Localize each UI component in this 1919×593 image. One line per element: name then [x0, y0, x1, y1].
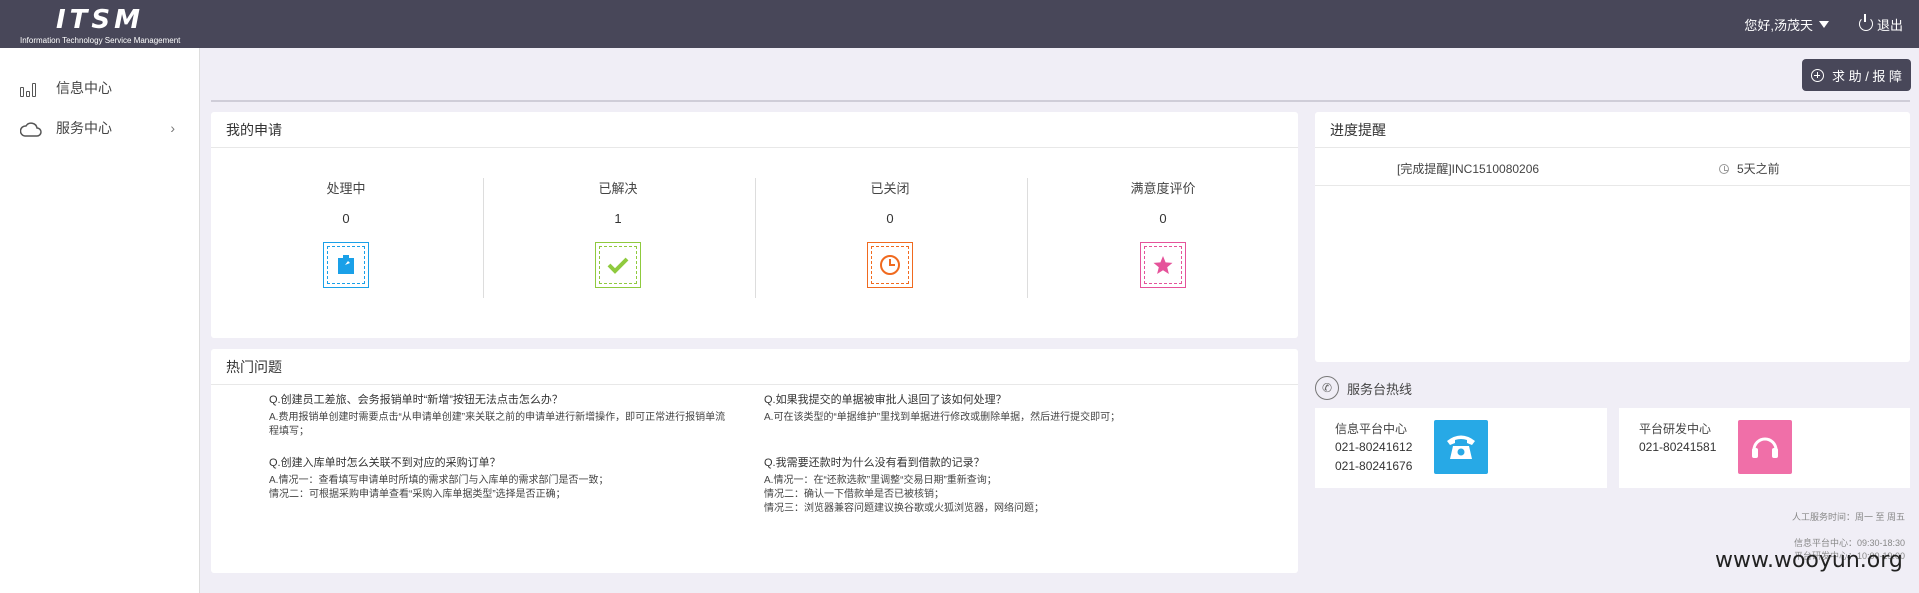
closed-clock-icon — [867, 242, 913, 288]
time-label: 5天之前 — [1737, 162, 1780, 176]
stat-count: 0 — [886, 211, 894, 226]
faq-answer: A.情况一：查看填写申请单时所填的需求部门与入库单的需求部门是否一致； — [269, 475, 609, 486]
stat-processing[interactable]: 处理中 0 — [246, 178, 446, 288]
power-icon — [1858, 14, 1873, 31]
logout-button[interactable]: 退出 — [1858, 0, 1903, 48]
hotline-header: ✆ 服务台热线 — [1315, 374, 1412, 402]
faq-question: Q.我需要还款时为什么没有看到借款的记录？ — [764, 457, 985, 469]
sidebar-item-info-center[interactable]: 信息中心 — [0, 68, 199, 108]
faq-answer: 情况二：可根据采购申请单查看“采购入库单据类型”选择是否正确； — [269, 489, 566, 500]
hotline-card-info: 信息平台中心 021-80241612 021-80241676 — [1315, 408, 1607, 488]
divider — [483, 178, 484, 298]
check-icon — [595, 242, 641, 288]
faq-answer: 情况二：确认一下借款单是否已被核销； — [764, 489, 944, 500]
divider — [1027, 178, 1028, 298]
faq-answer: A.情况一：在“还款选款”里调整“交易日期”重新查询； — [764, 475, 997, 486]
logo-tagline: Information Technology Service Managemen… — [20, 36, 181, 45]
list-item[interactable]: [完成提醒]INC1510080206 5天之前 — [1315, 148, 1910, 186]
help-button-label: 求 助 / 报 障 — [1831, 68, 1903, 84]
stat-resolved[interactable]: 已解决 1 — [518, 178, 718, 288]
user-greeting: 您好,汤茂天 — [1744, 17, 1813, 33]
phone-icon: ✆ — [1315, 376, 1339, 400]
stat-label: 已解决 — [598, 181, 638, 196]
bar-chart-icon — [20, 79, 42, 97]
faq-item[interactable]: Q.创建员工差旅、会务报销单时“新增”按钮无法点击怎么办？ A.费用报销单创建时… — [269, 393, 749, 439]
logout-label: 退出 — [1876, 17, 1903, 33]
my-requests-panel: 我的申请 处理中 0 已解决 1 已关闭 0 满意度评价 0 — [211, 112, 1298, 338]
sidebar-item-service-center[interactable]: 服务中心 › — [0, 108, 199, 148]
stat-label: 处理中 — [326, 181, 366, 196]
hotline-card-dev: 平台研发中心 021-80241581 — [1619, 408, 1910, 488]
stat-count: 1 — [614, 211, 622, 226]
star-icon — [1140, 242, 1186, 288]
faq-question: Q.如果我提交的单据被审批人退回了该如何处理？ — [764, 394, 1007, 406]
faq-item[interactable]: Q.创建入库单时怎么关联不到对应的采购订单？ A.情况一：查看填写申请单时所填的… — [269, 456, 749, 502]
plus-circle-icon — [1810, 68, 1824, 82]
cloud-icon — [20, 119, 42, 137]
faq-question: Q.创建入库单时怎么关联不到对应的采购订单？ — [269, 457, 501, 469]
sidebar-item-label: 服务中心 — [56, 120, 112, 136]
top-bar: ITSM Information Technology Service Mana… — [0, 0, 1919, 48]
faq-answer: A.可在该类型的“单据维护”里找到单据进行修改或删除单据，然后进行提交即可； — [764, 412, 1121, 423]
telephone-icon — [1434, 420, 1488, 474]
logo[interactable]: ITSM Information Technology Service Mana… — [20, 6, 180, 45]
document-icon — [323, 242, 369, 288]
divider — [755, 178, 756, 298]
progress-reminder-panel: 进度提醒 [完成提醒]INC1510080206 5天之前 — [1315, 112, 1910, 362]
faq-answer: 情况三：浏览器兼容问题建议换谷歌或火狐浏览器，网络问题； — [764, 503, 1044, 514]
watermark: www.wooyun.org — [1715, 548, 1903, 573]
panel-title: 我的申请 — [211, 112, 1298, 148]
hotline-title: 服务台热线 — [1347, 381, 1413, 397]
caret-down-icon — [1819, 20, 1829, 28]
panel-title: 进度提醒 — [1315, 112, 1910, 148]
stat-count: 0 — [342, 211, 350, 226]
faq-question: Q.创建员工差旅、会务报销单时“新增”按钮无法点击怎么办？ — [269, 394, 563, 406]
sidebar: 信息中心 服务中心 › — [0, 48, 200, 593]
divider — [211, 100, 1910, 102]
faq-answer: A.费用报销单创建时需要点击“从申请单创建”来关联之前的申请单进行新增操作，即可… — [269, 412, 726, 423]
help-report-button[interactable]: 求 助 / 报 障 — [1802, 59, 1911, 91]
logo-text: ITSM — [56, 5, 145, 35]
stat-count: 0 — [1159, 211, 1167, 226]
user-menu[interactable]: 您好,汤茂天 — [1744, 0, 1829, 48]
sidebar-item-label: 信息中心 — [56, 80, 112, 96]
clock-icon — [1719, 163, 1729, 174]
chevron-right-icon: › — [170, 120, 175, 136]
hotline-number: 021-80241581 — [1639, 440, 1717, 454]
panel-title: 热门问题 — [211, 349, 1298, 385]
hot-questions-panel: 热门问题 Q.创建员工差旅、会务报销单时“新增”按钮无法点击怎么办？ A.费用报… — [211, 349, 1298, 573]
stat-label: 已关闭 — [870, 181, 910, 196]
stat-satisfaction[interactable]: 满意度评价 0 — [1063, 178, 1263, 288]
stat-closed[interactable]: 已关闭 0 — [790, 178, 990, 288]
stat-label: 满意度评价 — [1130, 181, 1196, 196]
reminder-text[interactable]: [完成提醒]INC1510080206 — [1397, 160, 1539, 177]
headset-icon — [1738, 420, 1792, 474]
hotline-name: 平台研发中心 — [1639, 422, 1712, 436]
faq-item[interactable]: Q.如果我提交的单据被审批人退回了该如何处理？ A.可在该类型的“单据维护”里找… — [764, 393, 1264, 425]
hotline-number: 021-80241612 — [1335, 440, 1413, 454]
service-hours: 人工服务时间：周一 至 周五 — [1791, 512, 1905, 522]
faq-answer: 程填写； — [269, 426, 309, 437]
reminder-time: 5天之前 — [1719, 160, 1780, 177]
hotline-number: 021-80241676 — [1335, 459, 1413, 473]
hotline-name: 信息平台中心 — [1335, 422, 1408, 436]
faq-item[interactable]: Q.我需要还款时为什么没有看到借款的记录？ A.情况一：在“还款选款”里调整“交… — [764, 456, 1264, 516]
